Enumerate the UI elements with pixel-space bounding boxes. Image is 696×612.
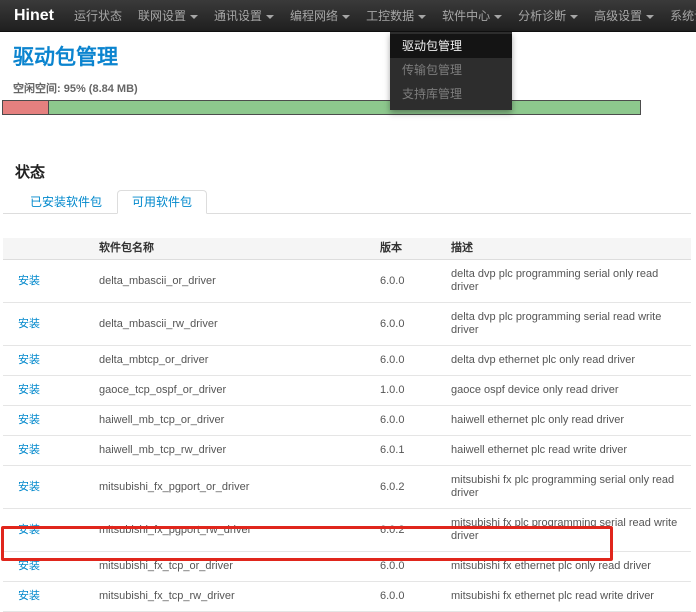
table-row: 安装 haiwell_mb_tcp_rw_driver 6.0.1 haiwel… [3, 436, 691, 466]
description-cell: delta dvp ethernet plc only read driver [448, 346, 691, 376]
version-cell: 6.0.0 [377, 582, 448, 612]
package-tabs: 已安装软件包 可用软件包 [3, 190, 691, 214]
caret-down-icon [190, 15, 198, 19]
version-cell: 6.0.2 [377, 466, 448, 509]
software-center-dropdown: 驱动包管理 传输包管理 支持库管理 [390, 32, 512, 110]
nav-item-label: 编程网络 [290, 9, 338, 23]
description-cell: haiwell ethernet plc only read driver [448, 406, 691, 436]
nav-item-comm-settings[interactable]: 通讯设置 [210, 3, 278, 28]
column-header-package-name: 软件包名称 [96, 238, 377, 260]
description-cell: mitsubishi fx plc programming serial onl… [448, 466, 691, 509]
free-space-label: 空闲空间: 95% (8.84 MB) [13, 83, 696, 96]
install-button[interactable]: 安装 [18, 524, 40, 536]
install-button[interactable]: 安装 [18, 275, 40, 287]
package-name-cell: mitsubishi_fx_pgport_rw_driver [96, 509, 377, 552]
package-name-cell: gaoce_tcp_ospf_or_driver [96, 376, 377, 406]
dropdown-item-support-library-management[interactable]: 支持库管理 [390, 82, 512, 106]
version-cell: 1.0.0 [377, 376, 448, 406]
dropdown-item-transfer-package-management[interactable]: 传输包管理 [390, 58, 512, 82]
description-cell: delta dvp plc programming serial only re… [448, 260, 691, 303]
table-row: 安装 delta_mbascii_rw_driver 6.0.0 delta d… [3, 303, 691, 346]
nav-item-label: 运行状态 [74, 9, 122, 23]
install-button[interactable]: 安装 [18, 414, 40, 426]
free-space-segment [49, 101, 640, 114]
status-heading: 状态 [15, 165, 696, 181]
table-row: 安装 mitsubishi_fx_pgport_rw_driver 6.0.2 … [3, 509, 691, 552]
page-title: 驱动包管理 [13, 46, 696, 70]
nav-item-label: 联网设置 [138, 9, 186, 23]
install-button[interactable]: 安装 [18, 560, 40, 572]
tab-available-packages[interactable]: 可用软件包 [117, 190, 207, 214]
install-button[interactable]: 安装 [18, 481, 40, 493]
table-row: 安装 haiwell_mb_tcp_or_driver 6.0.0 haiwel… [3, 406, 691, 436]
column-header-action [3, 238, 96, 260]
caret-down-icon [494, 15, 502, 19]
description-cell: gaoce ospf device only read driver [448, 376, 691, 406]
caret-down-icon [342, 15, 350, 19]
packages-table-wrap: 软件包名称 版本 描述 安装 delta_mbascii_or_driver 6… [3, 238, 691, 612]
version-cell: 6.0.0 [377, 260, 448, 303]
caret-down-icon [266, 15, 274, 19]
version-cell: 6.0.0 [377, 552, 448, 582]
version-cell: 6.0.0 [377, 406, 448, 436]
nav-item-network-settings[interactable]: 联网设置 [134, 3, 202, 28]
caret-down-icon [646, 15, 654, 19]
packages-table: 软件包名称 版本 描述 安装 delta_mbascii_or_driver 6… [3, 238, 691, 612]
caret-down-icon [570, 15, 578, 19]
nav-item-industrial-data[interactable]: 工控数据 [362, 3, 430, 28]
description-cell: delta dvp plc programming serial read wr… [448, 303, 691, 346]
nav-item-label: 分析诊断 [518, 9, 566, 23]
package-name-cell: haiwell_mb_tcp_or_driver [96, 406, 377, 436]
version-cell: 6.0.0 [377, 346, 448, 376]
nav-item-analysis-diagnosis[interactable]: 分析诊断 [514, 3, 582, 28]
version-cell: 6.0.2 [377, 509, 448, 552]
column-header-version: 版本 [377, 238, 448, 260]
table-row: 安装 delta_mbtcp_or_driver 6.0.0 delta dvp… [3, 346, 691, 376]
description-cell: mitsubishi fx ethernet plc only read dri… [448, 552, 691, 582]
table-row-highlighted: 安装 mitsubishi_fx_tcp_rw_driver 6.0.0 mit… [3, 582, 691, 612]
version-cell: 6.0.0 [377, 303, 448, 346]
package-name-cell: mitsubishi_fx_tcp_rw_driver [96, 582, 377, 612]
disk-usage-bar [2, 100, 641, 115]
install-button[interactable]: 安装 [18, 590, 40, 602]
main-content: 驱动包管理 空闲空间: 95% (8.84 MB) 状态 已安装软件包 可用软件… [0, 0, 696, 612]
nav-item-label: 高级设置 [594, 9, 642, 23]
nav-item-label: 软件中心 [442, 9, 490, 23]
nav-item-label: 工控数据 [366, 9, 414, 23]
nav-item-label: 通讯设置 [214, 9, 262, 23]
package-name-cell: haiwell_mb_tcp_rw_driver [96, 436, 377, 466]
table-row: 安装 mitsubishi_fx_tcp_or_driver 6.0.0 mit… [3, 552, 691, 582]
nav-item-system-settings[interactable]: 系统设置 [666, 3, 696, 28]
tab-installed-packages[interactable]: 已安装软件包 [15, 190, 117, 214]
package-name-cell: mitsubishi_fx_pgport_or_driver [96, 466, 377, 509]
nav-item-advanced-settings[interactable]: 高级设置 [590, 3, 658, 28]
install-button[interactable]: 安装 [18, 354, 40, 366]
package-name-cell: delta_mbtcp_or_driver [96, 346, 377, 376]
install-button[interactable]: 安装 [18, 318, 40, 330]
nav-item-software-center[interactable]: 软件中心 [438, 3, 506, 28]
description-cell: haiwell ethernet plc read write driver [448, 436, 691, 466]
table-row: 安装 delta_mbascii_or_driver 6.0.0 delta d… [3, 260, 691, 303]
table-row: 安装 mitsubishi_fx_pgport_or_driver 6.0.2 … [3, 466, 691, 509]
package-name-cell: delta_mbascii_or_driver [96, 260, 377, 303]
nav-item-label: 系统设置 [670, 9, 696, 23]
used-space-segment [3, 101, 49, 114]
package-name-cell: mitsubishi_fx_tcp_or_driver [96, 552, 377, 582]
table-row: 安装 gaoce_tcp_ospf_or_driver 1.0.0 gaoce … [3, 376, 691, 406]
description-cell: mitsubishi fx plc programming serial rea… [448, 509, 691, 552]
caret-down-icon [418, 15, 426, 19]
nav-item-programming-network[interactable]: 编程网络 [286, 3, 354, 28]
install-button[interactable]: 安装 [18, 444, 40, 456]
package-name-cell: delta_mbascii_rw_driver [96, 303, 377, 346]
description-cell: mitsubishi fx ethernet plc read write dr… [448, 582, 691, 612]
dropdown-item-driver-package-management[interactable]: 驱动包管理 [390, 34, 512, 58]
version-cell: 6.0.1 [377, 436, 448, 466]
brand-logo[interactable]: Hinet [14, 7, 54, 25]
install-button[interactable]: 安装 [18, 384, 40, 396]
navbar: Hinet 运行状态 联网设置 通讯设置 编程网络 工控数据 软件中心 分析诊断… [0, 0, 696, 32]
nav-item-run-status[interactable]: 运行状态 [70, 3, 126, 28]
table-header-row: 软件包名称 版本 描述 [3, 238, 691, 260]
column-header-description: 描述 [448, 238, 691, 260]
